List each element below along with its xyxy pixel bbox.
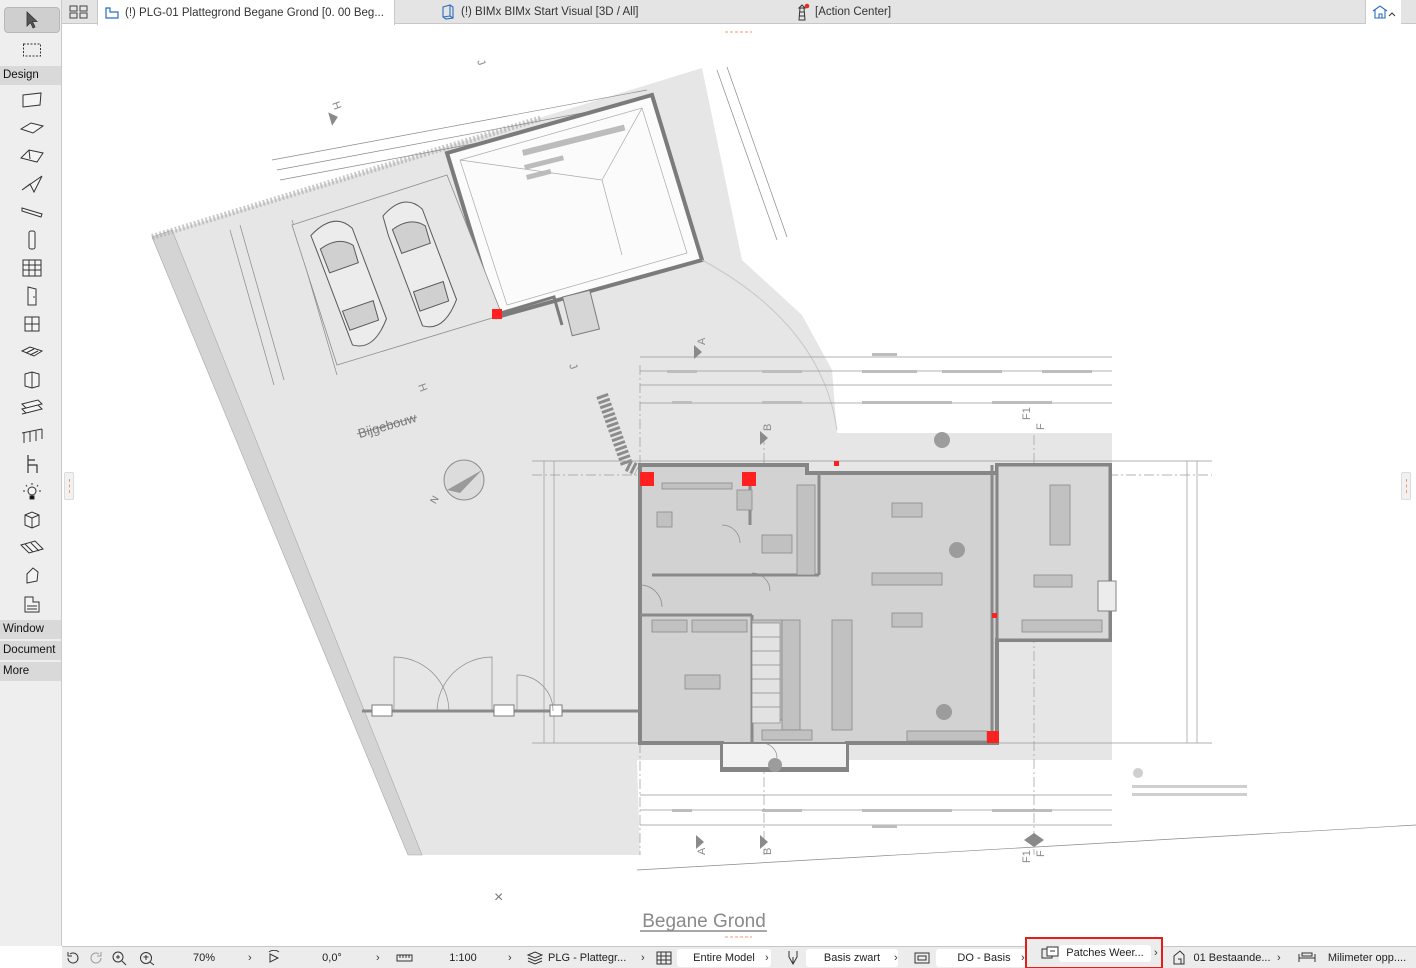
model-view-dropdown-icon[interactable]: › — [765, 947, 769, 968]
dimension-standard-field[interactable]: Milimeter opp.... — [1318, 949, 1416, 967]
railing-tool-icon[interactable] — [4, 395, 60, 421]
axis-label-f1-bottom: F1 — [1021, 850, 1033, 863]
axis-label-b-top: B — [762, 424, 774, 431]
axis-label-f-bottom: F — [1035, 850, 1047, 857]
floor-plan-icon — [105, 6, 119, 19]
scale-dropdown-icon[interactable]: › — [508, 947, 512, 968]
shell-tool-icon[interactable] — [4, 171, 60, 197]
rotate-view-icon[interactable] — [266, 947, 282, 968]
left-splitter-handle[interactable] — [64, 472, 74, 500]
structure-display-dropdown-icon[interactable]: › — [1277, 947, 1281, 968]
object-tool-icon[interactable] — [4, 367, 60, 393]
axis-label-b-bottom: B — [762, 848, 774, 855]
figure-tool-icon[interactable] — [4, 563, 60, 589]
navigator-icon[interactable] — [1365, 0, 1401, 24]
more-group-label[interactable]: More — [0, 662, 61, 681]
design-group-label[interactable]: Design — [0, 66, 61, 85]
graphic-override-icon[interactable] — [914, 947, 930, 968]
tab-overview-icon[interactable] — [62, 0, 96, 24]
layer-dropdown-icon[interactable]: › — [641, 947, 645, 968]
undo-zoom-icon[interactable] — [65, 947, 81, 968]
status-bar: 70% › 0,0° › 1:100 › PLG - Plattegr... ›… — [62, 937, 1416, 968]
orientation-dropdown-icon[interactable]: › — [376, 947, 380, 968]
pen-set-field[interactable]: Basis zwart — [806, 949, 898, 967]
zoom-field[interactable]: 70% — [164, 949, 244, 967]
renovation-filter-control[interactable]: Patches Weer... › — [1025, 937, 1163, 968]
stair-tool-icon[interactable] — [4, 339, 60, 365]
morph-tool-icon[interactable] — [4, 535, 60, 561]
roof-tool-icon[interactable] — [4, 143, 60, 169]
window-group-label[interactable]: Window — [0, 620, 61, 639]
tab-label: [Action Center] — [815, 6, 892, 18]
tab-3d-view[interactable]: (!) BIMx BIMx Start Visual [3D / All] — [434, 0, 664, 24]
arrow-tool-icon[interactable] — [4, 7, 60, 33]
floor-plan-drawing: Bijgebouw N — [151, 31, 1416, 938]
chair-tool-icon[interactable] — [4, 451, 60, 477]
dimension-standard-icon[interactable] — [1298, 947, 1316, 968]
archicad-window: Design Window Document More (!) PLG-01 P… — [0, 0, 1416, 968]
drawing-title: Begane Grond — [642, 911, 766, 932]
slab-tool-icon[interactable] — [4, 115, 60, 141]
tab-action-center[interactable]: [Action Center] — [788, 0, 938, 24]
axis-label-j-top: J — [474, 58, 487, 67]
layer-combination-field[interactable]: PLG - Plattegr... — [548, 949, 640, 967]
axis-label-a-bottom: A — [696, 847, 708, 855]
document-group-label[interactable]: Document — [0, 641, 61, 660]
zone-tool-icon[interactable] — [4, 507, 60, 533]
axis-label-a-top: A — [696, 337, 708, 345]
lamp-tool-icon[interactable] — [4, 479, 60, 505]
column-tool-icon[interactable] — [4, 227, 60, 253]
library-tool-icon[interactable] — [4, 591, 60, 617]
zoom-dropdown-icon[interactable]: › — [248, 947, 252, 968]
axis-label-h-top: H — [329, 100, 343, 112]
toolbox: Design Window Document More — [0, 0, 62, 946]
tab-label: (!) BIMx BIMx Start Visual [3D / All] — [461, 6, 639, 18]
fit-in-window-icon[interactable] — [138, 947, 156, 968]
mesh-tool-icon[interactable] — [4, 423, 60, 449]
pen-set-icon[interactable] — [786, 947, 800, 968]
structure-display-icon[interactable] — [1171, 947, 1187, 968]
marquee-tool-icon[interactable] — [4, 37, 60, 63]
renovation-filter-dropdown-icon[interactable]: › — [1154, 947, 1158, 959]
graphic-override-field[interactable]: DO - Basis — [936, 949, 1032, 967]
window-tool-icon[interactable] — [4, 311, 60, 337]
axis-label-f1-top: F1 — [1021, 407, 1033, 420]
pen-set-dropdown-icon[interactable]: › — [894, 947, 898, 968]
curtain-wall-tool-icon[interactable] — [4, 255, 60, 281]
tab-bar: (!) PLG-01 Plattegrond Begane Grond [0. … — [62, 0, 1416, 25]
door-tool-icon[interactable] — [4, 283, 60, 309]
scale-field[interactable]: 1:100 — [420, 949, 506, 967]
wall-tool-icon[interactable] — [4, 87, 60, 113]
axis-label-f-top: F — [1035, 423, 1047, 430]
structure-display-field[interactable]: 01 Bestaande... — [1190, 949, 1274, 967]
tab-floor-plan[interactable]: (!) PLG-01 Plattegrond Begane Grond [0. … — [97, 0, 395, 25]
orientation-field[interactable]: 0,0° — [292, 949, 372, 967]
beam-tool-icon[interactable] — [4, 199, 60, 225]
scale-icon[interactable] — [396, 947, 414, 968]
renovation-filter-field: Patches Weer... — [1059, 944, 1151, 962]
redo-zoom-icon[interactable] — [88, 947, 104, 968]
lighthouse-icon — [797, 3, 810, 21]
close-icon[interactable]: × — [494, 889, 503, 906]
3d-view-icon — [442, 4, 454, 20]
tab-label: (!) PLG-01 Plattegrond Begane Grond [0. … — [125, 6, 384, 19]
floor-plan-canvas[interactable]: Bijgebouw N — [62, 25, 1416, 946]
renovation-filter-icon — [1041, 946, 1059, 959]
model-view-icon[interactable] — [656, 947, 672, 968]
right-splitter-handle[interactable] — [1401, 472, 1411, 500]
graphic-override-dropdown-icon[interactable]: › — [1021, 947, 1025, 968]
layer-combination-icon[interactable] — [526, 947, 544, 968]
zoom-in-icon[interactable] — [111, 947, 127, 968]
model-view-field[interactable]: Entire Model — [677, 949, 771, 967]
